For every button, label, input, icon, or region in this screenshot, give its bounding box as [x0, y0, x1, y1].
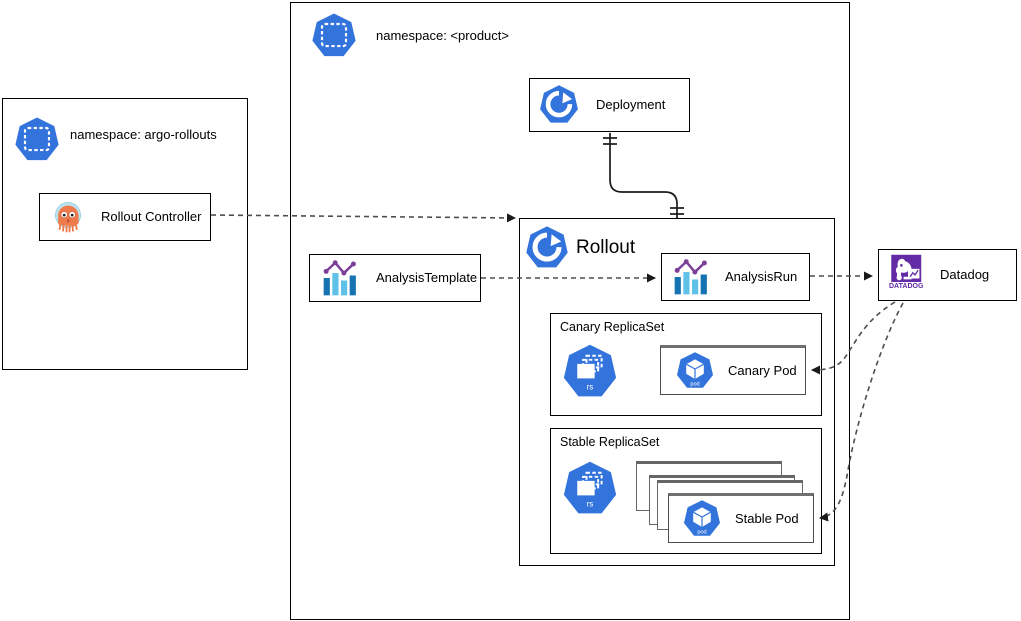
svg-text:DATADOG: DATADOG	[889, 283, 924, 290]
canary-pod-node[interactable]: pod Canary Pod	[660, 345, 806, 395]
rollout-controller-node[interactable]: Rollout Controller	[39, 193, 211, 241]
kubernetes-pod-icon: pod	[674, 351, 716, 391]
kubernetes-namespace-icon	[310, 12, 358, 60]
analysis-chart-icon	[320, 259, 362, 297]
deployment-node[interactable]: Deployment	[529, 78, 690, 132]
datadog-label: Datadog	[940, 267, 990, 283]
rollout-controller-label: Rollout Controller	[101, 209, 202, 225]
namespace-argo-rollouts-label: namespace: argo-rollouts	[70, 127, 217, 142]
analysis-template-node[interactable]: AnalysisTemplate	[309, 254, 481, 302]
svg-text:pod: pod	[697, 529, 706, 535]
datadog-node[interactable]: DATADOG Datadog	[878, 249, 1017, 301]
analysis-run-label: AnalysisRun	[725, 269, 798, 285]
datadog-logo-icon: DATADOG	[886, 253, 930, 297]
svg-text:pod: pod	[690, 381, 699, 387]
deployment-label: Deployment	[596, 97, 666, 113]
canary-pod-label: Canary Pod	[728, 363, 797, 379]
stable-replicaset-label: Stable ReplicaSet	[560, 435, 660, 449]
diagram-canvas: namespace: argo-rollouts Rollout Control…	[0, 0, 1021, 621]
analysis-chart-icon	[671, 258, 713, 296]
rollout-title: Rollout	[576, 237, 636, 258]
stable-pod-label: Stable Pod	[735, 511, 799, 527]
canary-replicaset-label: Canary ReplicaSet	[560, 320, 665, 334]
kubernetes-namespace-icon	[13, 116, 61, 164]
argo-octopus-icon	[49, 198, 87, 236]
analysis-template-label: AnalysisTemplate	[376, 270, 478, 286]
svg-text:rs: rs	[587, 382, 594, 391]
svg-text:rs: rs	[587, 499, 594, 508]
namespace-product-label: namespace: <product>	[376, 28, 509, 43]
kubernetes-deployment-icon	[524, 225, 570, 271]
stable-pod-node[interactable]: pod Stable Pod	[668, 493, 814, 543]
kubernetes-pod-icon: pod	[681, 499, 723, 539]
kubernetes-replicaset-icon: rs	[560, 343, 620, 401]
analysis-run-node[interactable]: AnalysisRun	[661, 253, 810, 301]
kubernetes-replicaset-icon: rs	[560, 460, 620, 518]
kubernetes-deployment-icon	[538, 84, 580, 126]
